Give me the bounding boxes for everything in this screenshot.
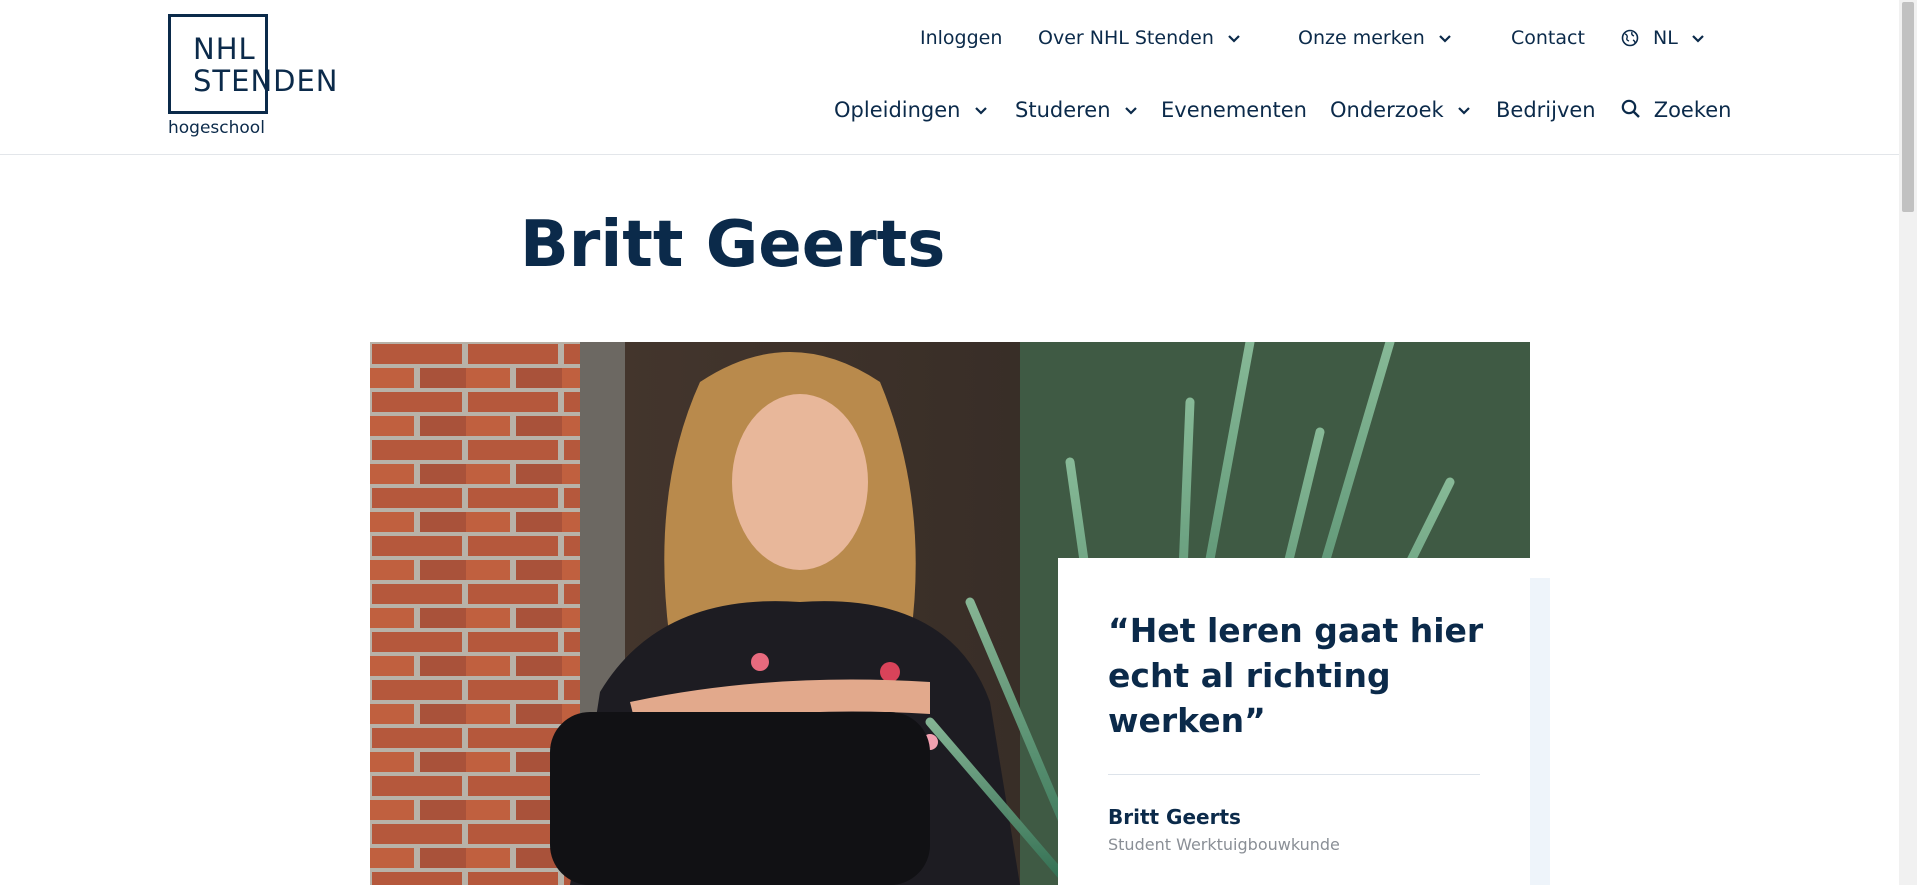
language-label: NL — [1653, 27, 1678, 49]
testimonial-quote: “Het leren gaat hier echt al richting we… — [1108, 611, 1484, 740]
chevron-down-icon — [1125, 107, 1137, 115]
brands-menu-label: Onze merken — [1298, 27, 1425, 49]
chevron-down-icon — [1692, 34, 1704, 43]
logo-text-nhl: NHL — [193, 32, 258, 66]
nav-study[interactable]: Studeren — [1015, 98, 1137, 122]
site-header: NHL STENDEN hogeschool Inloggen Over NHL… — [0, 0, 1899, 155]
page-title: Britt Geerts — [520, 208, 946, 282]
nav-programs[interactable]: Opleidingen — [834, 98, 987, 122]
testimonial-name: Britt Geerts — [1108, 805, 1241, 829]
globe-icon — [1621, 29, 1639, 52]
scrollbar-thumb[interactable] — [1902, 2, 1914, 212]
chevron-down-icon — [975, 107, 987, 115]
about-menu[interactable]: Over NHL Stenden — [1038, 27, 1240, 49]
quote-card: “Het leren gaat hier echt al richting we… — [1058, 558, 1530, 885]
logo-text-hogeschool: hogeschool — [168, 118, 265, 138]
nav-research-label: Onderzoek — [1330, 98, 1444, 122]
quote-divider — [1108, 774, 1480, 775]
chevron-down-icon — [1228, 34, 1240, 43]
search-button[interactable]: Zoeken — [1621, 98, 1731, 124]
brands-menu[interactable]: Onze merken — [1298, 27, 1451, 49]
nhl-stenden-logo[interactable]: NHL STENDEN hogeschool — [168, 14, 338, 142]
search-icon — [1621, 99, 1641, 124]
nav-study-label: Studeren — [1015, 98, 1111, 122]
nav-events[interactable]: Evenementen — [1161, 98, 1307, 122]
nav-programs-label: Opleidingen — [834, 98, 961, 122]
about-menu-label: Over NHL Stenden — [1038, 27, 1214, 49]
login-link[interactable]: Inloggen — [920, 27, 1002, 49]
chevron-down-icon — [1458, 107, 1471, 115]
logo-text-stenden: STENDEN — [193, 64, 339, 98]
search-label: Zoeken — [1653, 98, 1732, 122]
nav-companies[interactable]: Bedrijven — [1496, 98, 1596, 122]
nav-research[interactable]: Onderzoek — [1330, 98, 1471, 122]
contact-link[interactable]: Contact — [1511, 27, 1585, 49]
page-scrollbar[interactable] — [1899, 0, 1917, 885]
testimonial-role: Student Werktuigbouwkunde — [1108, 835, 1340, 854]
chevron-down-icon — [1439, 34, 1451, 43]
language-selector[interactable]: NL — [1621, 27, 1704, 52]
